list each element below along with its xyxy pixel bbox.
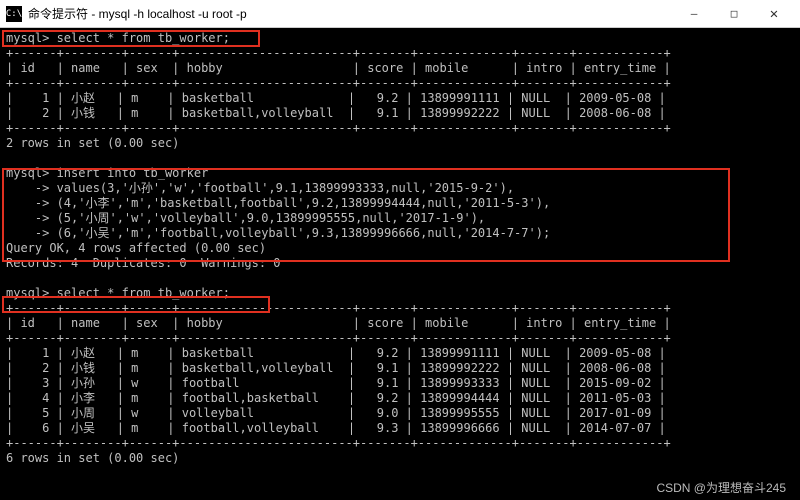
- blank-line: [6, 151, 794, 166]
- line-q1-header: | id | name | sex | hobby | score | mobi…: [6, 61, 794, 76]
- table-row: | 5 | 小周 | w | volleyball | 9.0 | 138999…: [6, 406, 794, 421]
- close-button[interactable]: ✕: [754, 1, 794, 27]
- app-icon: C:\: [6, 6, 22, 22]
- titlebar[interactable]: C:\ 命令提示符 - mysql -h localhost -u root -…: [0, 0, 800, 28]
- line-q1-border: +------+--------+------+----------------…: [6, 46, 794, 61]
- window-title: 命令提示符 - mysql -h localhost -u root -p: [28, 5, 674, 22]
- table-row: | 2 | 小钱 | m | basketball,volleyball | 9…: [6, 106, 794, 121]
- line-q1-result: 2 rows in set (0.00 sec): [6, 136, 794, 151]
- line-q2-border: +------+--------+------+----------------…: [6, 436, 794, 451]
- line-q1-border: +------+--------+------+----------------…: [6, 76, 794, 91]
- table-row: | 4 | 小李 | m | football,basketball | 9.2…: [6, 391, 794, 406]
- terminal-output[interactable]: mysql> select * from tb_worker; +------+…: [0, 28, 800, 500]
- minimize-button[interactable]: —: [674, 1, 714, 27]
- command-prompt-window: C:\ 命令提示符 - mysql -h localhost -u root -…: [0, 0, 800, 500]
- table-row: | 1 | 小赵 | m | basketball | 9.2 | 138999…: [6, 91, 794, 106]
- highlight-box-2: [2, 168, 730, 262]
- table-row: | 3 | 小孙 | w | football | 9.1 | 13899993…: [6, 376, 794, 391]
- table-row: | 1 | 小赵 | m | basketball | 9.2 | 138999…: [6, 346, 794, 361]
- watermark-text: CSDN @为理想奋斗245: [656, 481, 786, 496]
- table-row: | 6 | 小吴 | m | football,volleyball | 9.3…: [6, 421, 794, 436]
- line-q1-border: +------+--------+------+----------------…: [6, 121, 794, 136]
- maximize-button[interactable]: □: [714, 1, 754, 27]
- highlight-box-3: [2, 296, 270, 313]
- window-controls: — □ ✕: [674, 1, 794, 27]
- blank-line: [6, 271, 794, 286]
- line-q2-header: | id | name | sex | hobby | score | mobi…: [6, 316, 794, 331]
- line-q2-result: 6 rows in set (0.00 sec): [6, 451, 794, 466]
- line-q2-border: +------+--------+------+----------------…: [6, 331, 794, 346]
- table-row: | 2 | 小钱 | m | basketball,volleyball | 9…: [6, 361, 794, 376]
- highlight-box-1: [2, 30, 260, 47]
